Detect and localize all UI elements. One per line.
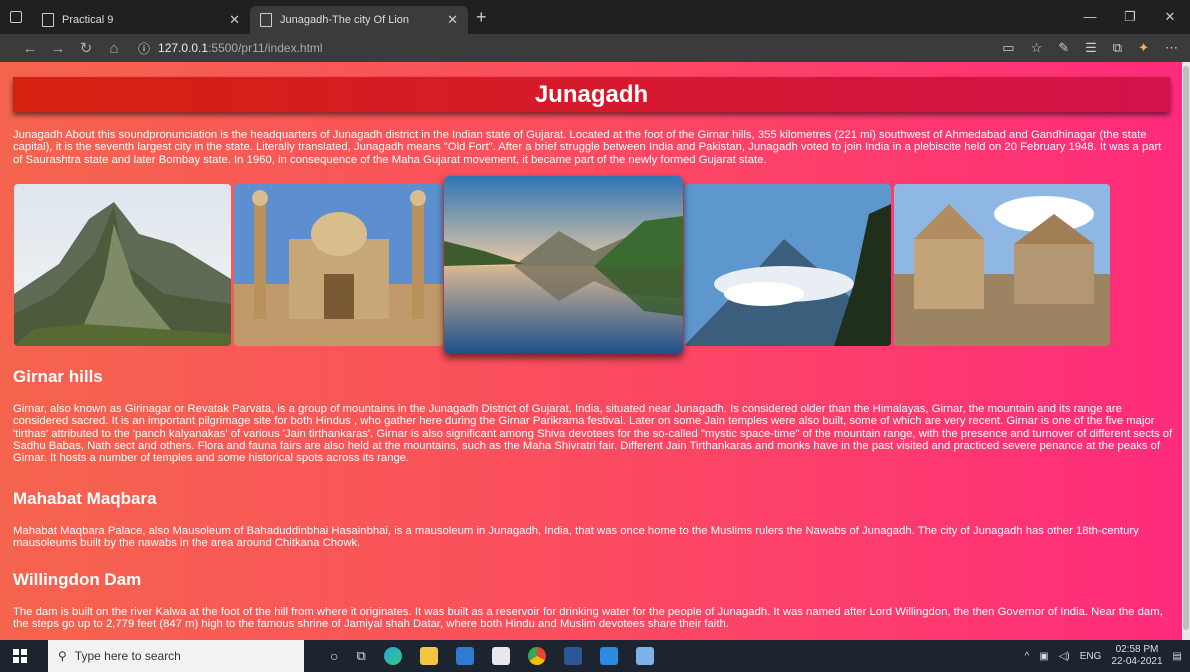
page-scrollbar[interactable]	[1182, 62, 1190, 640]
browser-tab-strip: Practical 9 ✕ Junagadh-The city Of Lion …	[0, 0, 1190, 34]
favorite-add-icon[interactable]: ☆	[1031, 40, 1043, 56]
clock-time: 02:58 PM	[1115, 644, 1159, 655]
more-icon[interactable]: ⋯	[1165, 40, 1178, 56]
app-icon[interactable]	[635, 647, 654, 665]
tab-title: Practical 9	[62, 14, 114, 26]
section-heading-girnar: Girnar hills	[13, 367, 103, 386]
edge-icon[interactable]	[383, 647, 402, 665]
close-window-icon[interactable]: ✕	[1150, 9, 1190, 25]
girnar-peak-image	[14, 184, 231, 346]
refresh-icon[interactable]: ↻	[72, 39, 100, 57]
scrollbar-thumb[interactable]	[1183, 66, 1189, 630]
task-view-icon[interactable]: ⧉	[356, 648, 365, 664]
cortana-icon[interactable]: ○	[330, 648, 338, 664]
section-text-willingdon: The dam is built on the river Kalwa at t…	[13, 606, 1163, 631]
store-icon[interactable]	[455, 647, 474, 665]
volume-icon[interactable]: ◁)	[1059, 651, 1070, 662]
favorites-icon[interactable]: ☰	[1085, 40, 1097, 56]
language-indicator[interactable]: ENG	[1080, 651, 1102, 662]
page-icon	[42, 13, 54, 27]
system-tray: ^ ▣ ◁) ENG 02:58 PM 22-04-2021 ▤	[1025, 644, 1190, 668]
url-field[interactable]: ⓘ 127.0.0.1:5500/pr11/index.html	[138, 40, 323, 57]
vscode-icon[interactable]	[599, 647, 618, 665]
section-text-girnar: Girnar, also known as Girinagar or Revat…	[13, 403, 1173, 465]
tab-practical-9[interactable]: Practical 9 ✕	[32, 6, 250, 34]
search-placeholder: Type here to search	[74, 649, 181, 663]
search-icon: ⚲	[58, 649, 67, 663]
girnar-clouds-image	[684, 184, 891, 346]
network-icon[interactable]: ▣	[1039, 651, 1048, 662]
clock[interactable]: 02:58 PM 22-04-2021	[1111, 644, 1162, 668]
web-page: Junagadh Junagadh About this soundpronun…	[0, 62, 1182, 640]
url-host: 127.0.0.1	[158, 41, 209, 55]
chrome-icon[interactable]	[527, 647, 546, 665]
notification-icon[interactable]: ▤	[1173, 651, 1182, 662]
close-icon[interactable]: ✕	[447, 12, 458, 28]
start-icon[interactable]	[0, 649, 40, 663]
info-icon[interactable]: ⓘ	[138, 40, 150, 57]
page-title: Junagadh	[13, 77, 1170, 112]
toolbar-icons: ▭ ☆ ✎ ☰ ⧉ ✦ ⋯	[1002, 40, 1190, 56]
tab-actions-icon[interactable]	[10, 11, 22, 23]
taskbar-search[interactable]: ⚲ Type here to search	[48, 640, 304, 672]
mahabat-maqbara-image	[234, 184, 443, 346]
word-icon[interactable]	[563, 647, 582, 665]
section-heading-mahabat: Mahabat Maqbara	[13, 489, 157, 508]
temple-complex-image	[894, 184, 1110, 346]
back-icon[interactable]: ←	[16, 40, 44, 57]
home-icon[interactable]: ⌂	[100, 40, 128, 57]
section-heading-willingdon: Willingdon Dam	[13, 570, 142, 589]
close-icon[interactable]: ✕	[229, 12, 240, 28]
tray-chevron-icon[interactable]: ^	[1025, 651, 1030, 662]
forward-icon[interactable]: →	[44, 40, 72, 57]
extension-icon[interactable]: ✦	[1138, 40, 1149, 56]
new-tab-icon[interactable]: +	[476, 7, 487, 28]
pen-icon[interactable]: ✎	[1058, 40, 1069, 56]
intro-paragraph: Junagadh About this soundpronunciation i…	[13, 129, 1162, 166]
taskbar: ⚲ Type here to search ○ ⧉ ^ ▣ ◁) ENG 02:…	[0, 640, 1190, 672]
url-path: :5500/pr11/index.html	[208, 41, 323, 55]
taskbar-apps: ○ ⧉	[330, 647, 654, 665]
clock-date: 22-04-2021	[1111, 656, 1163, 667]
section-text-mahabat: Mahabat Maqbara Palace, also Mausoleum o…	[13, 525, 1139, 550]
reader-icon[interactable]: ▭	[1002, 40, 1014, 56]
mail-icon[interactable]	[491, 647, 510, 665]
tab-junagadh[interactable]: Junagadh-The city Of Lion ✕	[250, 6, 468, 34]
willingdon-dam-image	[444, 176, 683, 354]
address-bar: ← → ↻ ⌂ ⓘ 127.0.0.1:5500/pr11/index.html…	[0, 34, 1190, 62]
page-icon	[260, 13, 272, 27]
minimize-icon[interactable]: —	[1070, 9, 1110, 25]
file-explorer-icon[interactable]	[419, 647, 438, 665]
tab-title: Junagadh-The city Of Lion	[280, 14, 410, 26]
collections-icon[interactable]: ⧉	[1113, 40, 1122, 56]
window-controls: — ❐ ✕	[1070, 9, 1190, 25]
maximize-icon[interactable]: ❐	[1110, 9, 1150, 25]
